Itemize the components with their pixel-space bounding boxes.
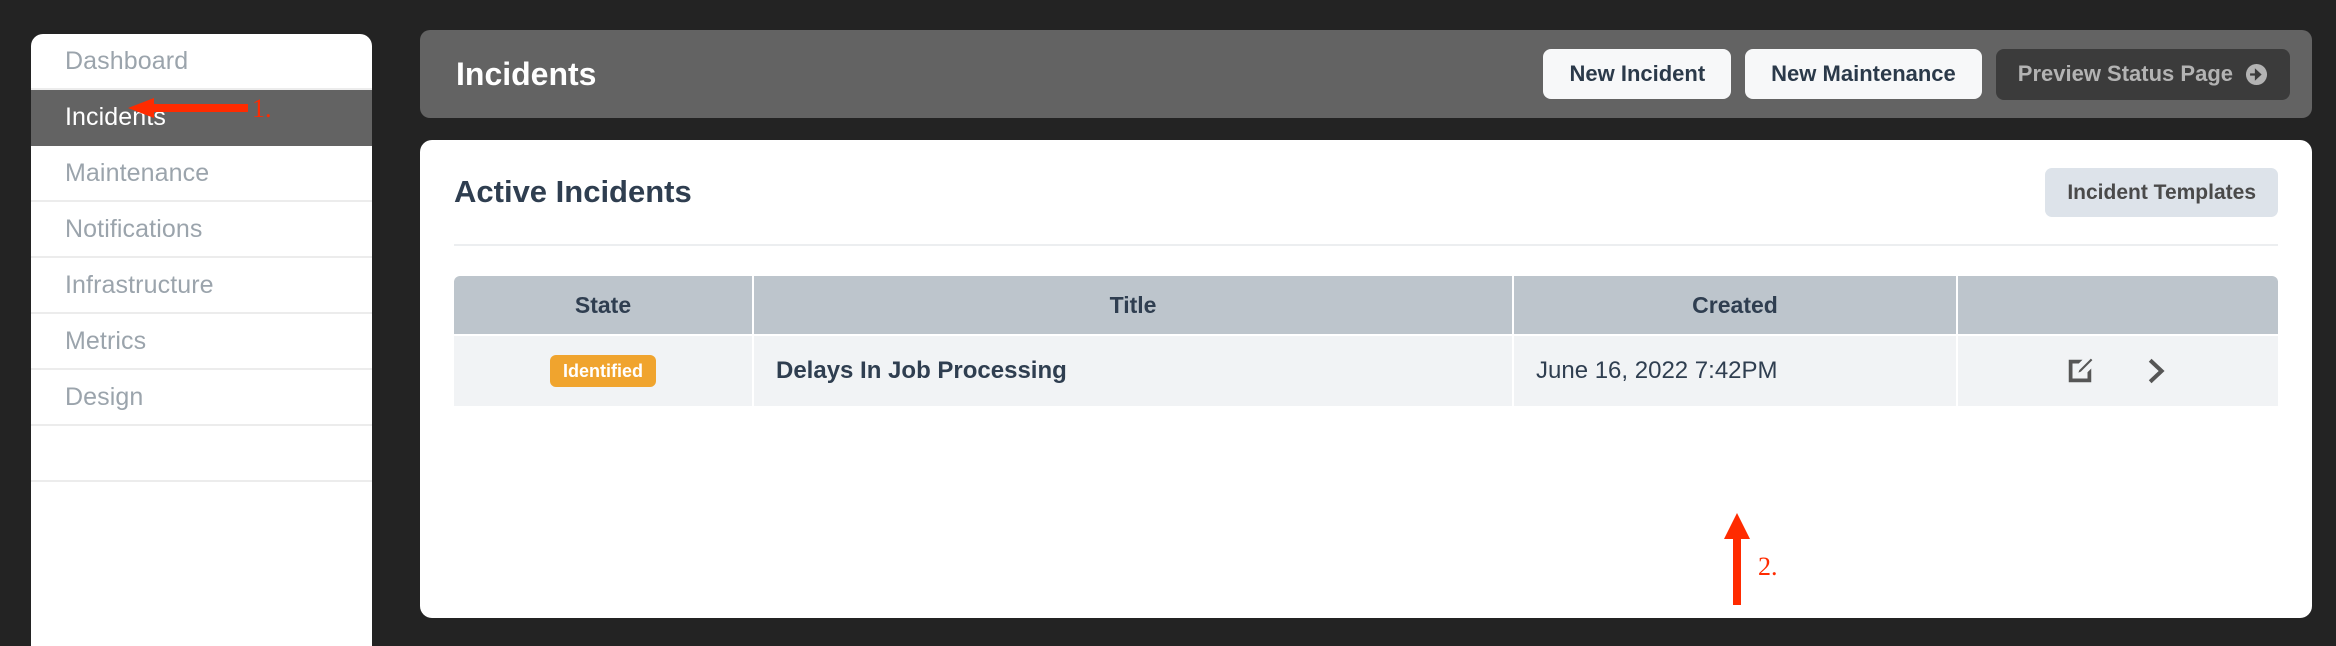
sidebar-item-label: Infrastructure xyxy=(65,270,214,299)
new-incident-button[interactable]: New Incident xyxy=(1543,49,1732,99)
arrow-right-circle-icon xyxy=(2245,63,2268,85)
sidebar-item-design[interactable]: Design xyxy=(31,370,372,426)
sidebar-item-dashboard[interactable]: Dashboard xyxy=(31,34,372,90)
header-actions: New Incident New Maintenance Preview Sta… xyxy=(1543,48,2290,100)
card-header: Active Incidents Incident Templates xyxy=(454,140,2278,246)
sidebar-item-partial[interactable] xyxy=(31,426,372,482)
sidebar-item-metrics[interactable]: Metrics xyxy=(31,314,372,370)
chevron-right-icon xyxy=(2148,358,2165,384)
sidebar-item-notifications[interactable]: Notifications xyxy=(31,202,372,258)
column-header-title[interactable]: Title xyxy=(754,276,1514,334)
sidebar-item-infrastructure[interactable]: Infrastructure xyxy=(31,258,372,314)
sidebar-item-label: Notifications xyxy=(65,214,203,243)
table-header-row: State Title Created xyxy=(454,276,2278,334)
column-header-actions xyxy=(1958,276,2278,334)
main-content: Incidents New Incident New Maintenance P… xyxy=(420,0,2312,646)
sidebar-item-label: Incidents xyxy=(65,102,166,131)
incidents-table-head: State Title Created xyxy=(454,276,2278,334)
cell-created: June 16, 2022 7:42PM xyxy=(1514,334,1958,406)
sidebar-item-maintenance[interactable]: Maintenance xyxy=(31,146,372,202)
incident-edit-button[interactable] xyxy=(2065,356,2095,386)
sidebar-item-incidents[interactable]: Incidents xyxy=(31,90,372,146)
cell-state: Identified xyxy=(454,334,754,406)
cell-title[interactable]: Delays In Job Processing xyxy=(754,334,1514,406)
edit-square-icon xyxy=(2068,358,2093,383)
page-title: Incidents xyxy=(456,55,597,92)
sidebar: Dashboard Incidents Maintenance Notifica… xyxy=(31,34,372,646)
status-badge: Identified xyxy=(550,355,656,387)
page-header: Incidents New Incident New Maintenance P… xyxy=(420,30,2312,118)
incident-view-chevron[interactable] xyxy=(2141,356,2171,386)
incident-templates-button[interactable]: Incident Templates xyxy=(2045,167,2278,217)
sidebar-item-label: Dashboard xyxy=(65,46,189,75)
new-maintenance-button[interactable]: New Maintenance xyxy=(1745,49,1982,99)
preview-status-page-button[interactable]: Preview Status Page xyxy=(1995,48,2290,100)
incidents-table-body: Identified Delays In Job Processing June… xyxy=(454,334,2278,406)
sidebar-item-label: Maintenance xyxy=(65,158,210,187)
card-title: Active Incidents xyxy=(454,174,692,209)
preview-status-page-label: Preview Status Page xyxy=(2017,61,2233,86)
table-row[interactable]: Identified Delays In Job Processing June… xyxy=(454,334,2278,406)
active-incidents-card: Active Incidents Incident Templates Stat… xyxy=(420,140,2312,618)
incidents-table: State Title Created Identified Delays In… xyxy=(454,276,2278,406)
sidebar-item-label: Metrics xyxy=(65,326,147,355)
row-actions xyxy=(1980,356,2256,386)
sidebar-item-label: Design xyxy=(65,382,144,411)
column-header-state[interactable]: State xyxy=(454,276,754,334)
cell-actions xyxy=(1958,334,2278,406)
column-header-created[interactable]: Created xyxy=(1514,276,1958,334)
